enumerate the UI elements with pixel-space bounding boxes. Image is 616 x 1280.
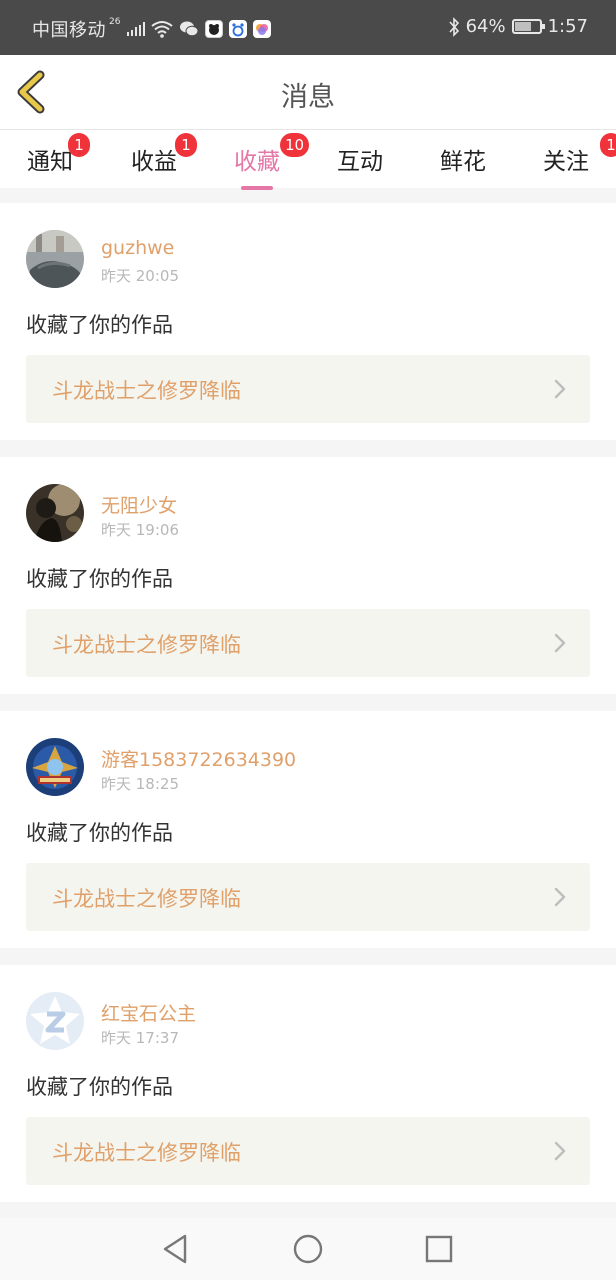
chevron-right-icon	[554, 379, 566, 399]
timestamp: 昨天 18:25	[101, 775, 179, 793]
message-card: 无阻少女昨天 19:06 收藏了你的作品斗龙战士之修罗降临	[0, 457, 616, 694]
tab-0[interactable]: 通知 1	[0, 133, 100, 176]
username[interactable]: 红宝石公主	[101, 999, 196, 1026]
timestamp: 昨天 20:05	[101, 267, 179, 285]
action-text: 收藏了你的作品	[26, 567, 173, 591]
tab-badge: 1	[175, 133, 197, 157]
battery-icon	[511, 19, 545, 34]
tab-badge: 1	[600, 133, 616, 157]
nav-home-button[interactable]	[291, 1232, 325, 1266]
tab-3[interactable]: 互动	[310, 142, 410, 176]
tab-label: 关注	[543, 149, 589, 175]
app-icon	[205, 20, 224, 38]
baidu-icon	[229, 20, 248, 38]
recents-square-icon	[425, 1235, 453, 1263]
tab-label: 收藏	[234, 149, 280, 175]
avatar[interactable]	[26, 738, 84, 796]
battery-percent: 64%	[465, 16, 506, 37]
work-link-button[interactable]: 斗龙战士之修罗降临	[26, 355, 590, 423]
work-title: 斗龙战士之修罗降临	[52, 633, 241, 657]
avatar[interactable]	[26, 230, 84, 288]
action-text: 收藏了你的作品	[26, 1075, 173, 1099]
active-tab-indicator	[241, 186, 273, 190]
signal-icon	[127, 22, 146, 36]
work-link-button[interactable]: 斗龙战士之修罗降临	[26, 609, 590, 677]
work-title: 斗龙战士之修罗降临	[52, 887, 241, 911]
back-triangle-icon	[163, 1234, 187, 1264]
wechat-icon	[180, 21, 199, 37]
battery-level-fill	[514, 22, 532, 31]
message-card: 红宝石公主昨天 17:37 收藏了你的作品斗龙战士之修罗降临	[0, 965, 616, 1202]
work-link-button[interactable]: 斗龙战士之修罗降临	[26, 1117, 590, 1185]
work-link-button[interactable]: 斗龙战士之修罗降临	[26, 863, 590, 931]
system-nav-bar	[0, 1218, 616, 1280]
timestamp: 昨天 19:06	[101, 521, 179, 539]
message-card: guzhwe 昨天 20:05 收藏了你的作品斗龙战士之修罗降临	[0, 203, 616, 440]
username[interactable]: 无阻少女	[101, 491, 177, 518]
avatar[interactable]	[26, 484, 84, 542]
tab-4[interactable]: 鲜花	[413, 142, 513, 176]
work-title: 斗龙战士之修罗降临	[52, 1141, 241, 1165]
carrier-name: 中国移动	[32, 20, 106, 41]
work-title: 斗龙战士之修罗降临	[52, 379, 241, 403]
chevron-right-icon	[554, 633, 566, 653]
nav-back-button[interactable]	[159, 1232, 193, 1266]
chevron-right-icon	[554, 1141, 566, 1161]
home-circle-icon	[293, 1234, 323, 1264]
clock: 1:57	[547, 16, 588, 37]
nav-recents-button[interactable]	[422, 1232, 456, 1266]
username[interactable]: guzhwe	[101, 237, 174, 259]
status-left: 中国移动 26	[32, 16, 272, 42]
action-text: 收藏了你的作品	[26, 313, 173, 337]
tab-bar: 通知 1 收益 1 收藏 10 互动 鲜花 关注 1	[0, 130, 616, 190]
app-header: 消息	[0, 55, 616, 130]
page-title: 消息	[281, 82, 335, 113]
tab-5[interactable]: 关注 1	[516, 133, 616, 176]
tab-badge: 10	[280, 133, 310, 157]
message-card: 游客1583722634390 昨天 18:25 收藏了你的作品斗龙战士之修罗降临	[0, 711, 616, 948]
tab-label: 互动	[337, 149, 383, 175]
tab-label: 通知	[27, 149, 73, 175]
tab-label: 鲜花	[440, 149, 486, 175]
chevron-right-icon	[554, 887, 566, 907]
tab-badge: 1	[68, 133, 90, 157]
tab-2[interactable]: 收藏 10	[207, 133, 310, 190]
status-bar: 中国移动 26 64% 1:57	[0, 0, 616, 55]
tab-label: 收益	[131, 149, 177, 175]
tab-1[interactable]: 收益 1	[104, 133, 204, 176]
network-type: 26	[109, 17, 121, 27]
app-icon	[253, 20, 272, 38]
bluetooth-icon	[448, 16, 459, 37]
status-right: 64% 1:57	[448, 16, 588, 37]
avatar[interactable]	[26, 992, 84, 1050]
timestamp: 昨天 17:37	[101, 1029, 179, 1047]
wifi-icon	[151, 21, 174, 38]
action-text: 收藏了你的作品	[26, 821, 173, 845]
username[interactable]: 游客1583722634390	[101, 745, 296, 772]
